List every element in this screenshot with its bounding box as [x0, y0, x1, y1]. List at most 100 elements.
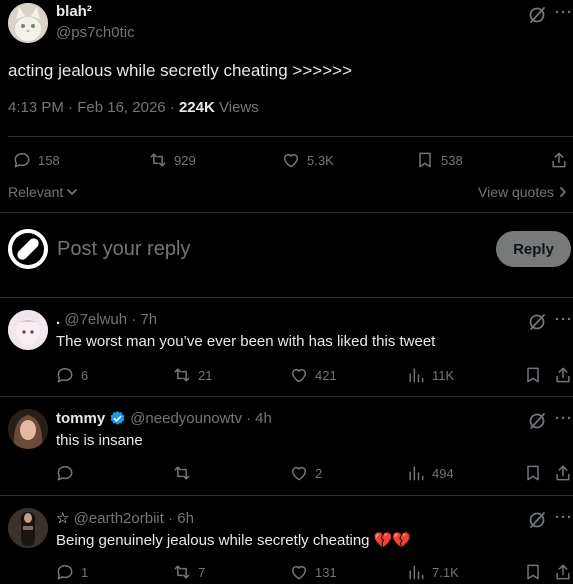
user-avatar-image [8, 229, 48, 269]
reply-3-sep: · [168, 510, 178, 527]
share-icon [552, 152, 566, 168]
reply-3-body: Being genuinely jealous while secretly c… [56, 531, 411, 549]
reply-3-repost-action[interactable]: 7 [172, 562, 205, 582]
bookmark-action[interactable]: 538 [415, 150, 463, 170]
reply-2-display-name[interactable]: tommy [56, 410, 105, 427]
reply-3-share-action[interactable] [553, 562, 573, 582]
reply-icon [14, 153, 30, 168]
view-quotes-link[interactable]: View quotes [478, 184, 568, 200]
reply-action[interactable]: 158 [12, 150, 60, 170]
broken-heart-emoji: 💔💔 [373, 532, 412, 549]
reply-1-dot-symbol: . [56, 311, 61, 328]
reply-1-like-count: 421 [315, 367, 337, 383]
divider [8, 136, 573, 137]
divider [0, 297, 573, 298]
reply-button[interactable]: Reply [496, 231, 571, 267]
reply-1-like-action[interactable]: 421 [289, 365, 337, 385]
reply-2-bookmark-action[interactable] [523, 463, 543, 483]
views-icon [409, 466, 424, 481]
reply-1-header: . @7elwuh · 7h [56, 311, 157, 328]
reply-1-reply-count: 6 [81, 367, 89, 383]
tweet-time[interactable]: 4:13 PM [8, 99, 64, 116]
reply-2-like-action[interactable]: 2 [289, 463, 322, 483]
bookmark-count: 538 [441, 152, 463, 168]
reply-3-reply-action[interactable]: 1 [55, 562, 88, 582]
reply-3-header: ☆ @earth2orbiit · 6h [56, 509, 194, 527]
reply-icon [57, 565, 73, 580]
main-display-name[interactable]: blah² [56, 3, 92, 20]
views-icon [409, 565, 424, 580]
reply-3-avatar[interactable] [8, 508, 48, 548]
reply-1-reply-action[interactable]: 6 [55, 365, 88, 385]
main-avatar[interactable] [8, 3, 48, 43]
reply-1-text: The worst man you’ve ever been with has … [56, 333, 436, 350]
reply-1-avatar[interactable] [8, 310, 48, 350]
grok-icon[interactable] [527, 312, 547, 332]
reply-2-header: tommy @needyounowtv · 4h [56, 410, 272, 427]
reply-input[interactable] [57, 234, 477, 264]
divider [0, 396, 573, 397]
reply-3-like-action[interactable]: 131 [289, 562, 337, 582]
share-icon [556, 465, 570, 481]
reply-3-bookmark-action[interactable] [523, 562, 543, 582]
anime-avatar-image [8, 310, 48, 350]
repost-icon [174, 466, 190, 480]
reply-3-handle[interactable]: @earth2orbiit [74, 510, 164, 527]
reply-2-share-action[interactable] [553, 463, 573, 483]
more-options-icon[interactable]: ··· [555, 311, 573, 328]
chevron-down-icon [67, 189, 78, 195]
tweet-date[interactable]: Feb 16, 2026 [77, 99, 165, 116]
like-count: 5.3K [307, 152, 334, 168]
grok-icon[interactable] [527, 5, 547, 25]
reply-3-views-action[interactable]: 7.1K [406, 562, 459, 582]
heart-icon [292, 369, 306, 383]
repost-icon [150, 153, 166, 167]
reply-2-views-count: 494 [432, 465, 454, 481]
share-icon [556, 564, 570, 580]
reply-2-sep: · [246, 410, 252, 427]
reply-3-like-count: 131 [315, 564, 337, 580]
reply-2-time[interactable]: 4h [255, 410, 272, 427]
repost-icon [174, 565, 190, 579]
verified-badge-icon [110, 411, 125, 425]
like-action[interactable]: 5.3K [281, 150, 334, 170]
reply-1-views-action[interactable]: 11K [406, 365, 454, 385]
reply-2-handle[interactable]: @needyounowtv [130, 410, 242, 427]
bookmark-icon [419, 152, 431, 168]
divider [0, 495, 573, 496]
main-tweet-text: acting jealous while secretly cheating >… [8, 61, 353, 80]
meta-dot-2: · [169, 99, 179, 116]
reply-2-repost-action[interactable] [172, 463, 198, 483]
person-avatar-image [8, 508, 48, 548]
reply-icon [57, 466, 73, 481]
more-options-icon[interactable]: ··· [555, 410, 573, 427]
reply-count: 158 [38, 152, 60, 168]
views-icon [409, 368, 424, 383]
reply-2-views-action[interactable]: 494 [406, 463, 454, 483]
more-options-icon[interactable]: ··· [555, 509, 573, 526]
main-handle[interactable]: @ps7ch0tic [56, 24, 135, 41]
reply-2-reply-action[interactable] [55, 463, 81, 483]
reply-3-reply-count: 1 [81, 564, 89, 580]
views-count: 224K [178, 99, 215, 116]
sort-label: Relevant [8, 184, 64, 200]
divider [0, 212, 573, 213]
reply-3-time[interactable]: 6h [177, 510, 194, 527]
heart-icon [292, 467, 306, 481]
repost-action[interactable]: 929 [148, 150, 196, 170]
reply-1-share-action[interactable] [553, 365, 573, 385]
person-avatar-image [8, 409, 48, 449]
sort-dropdown[interactable]: Relevant [8, 184, 78, 200]
reply-2-avatar[interactable] [8, 409, 48, 449]
reply-1-time[interactable]: 7h [140, 311, 157, 328]
more-options-icon[interactable]: ··· [555, 4, 573, 21]
reply-1-repost-action[interactable]: 21 [172, 365, 212, 385]
reply-1-bookmark-action[interactable] [523, 365, 543, 385]
composer-avatar[interactable] [8, 229, 48, 269]
heart-icon [292, 566, 306, 580]
chevron-right-icon [560, 187, 566, 197]
reply-1-handle[interactable]: @7elwuh [64, 311, 127, 328]
grok-icon[interactable] [527, 510, 547, 530]
share-action[interactable] [549, 150, 569, 170]
grok-icon[interactable] [527, 411, 547, 431]
